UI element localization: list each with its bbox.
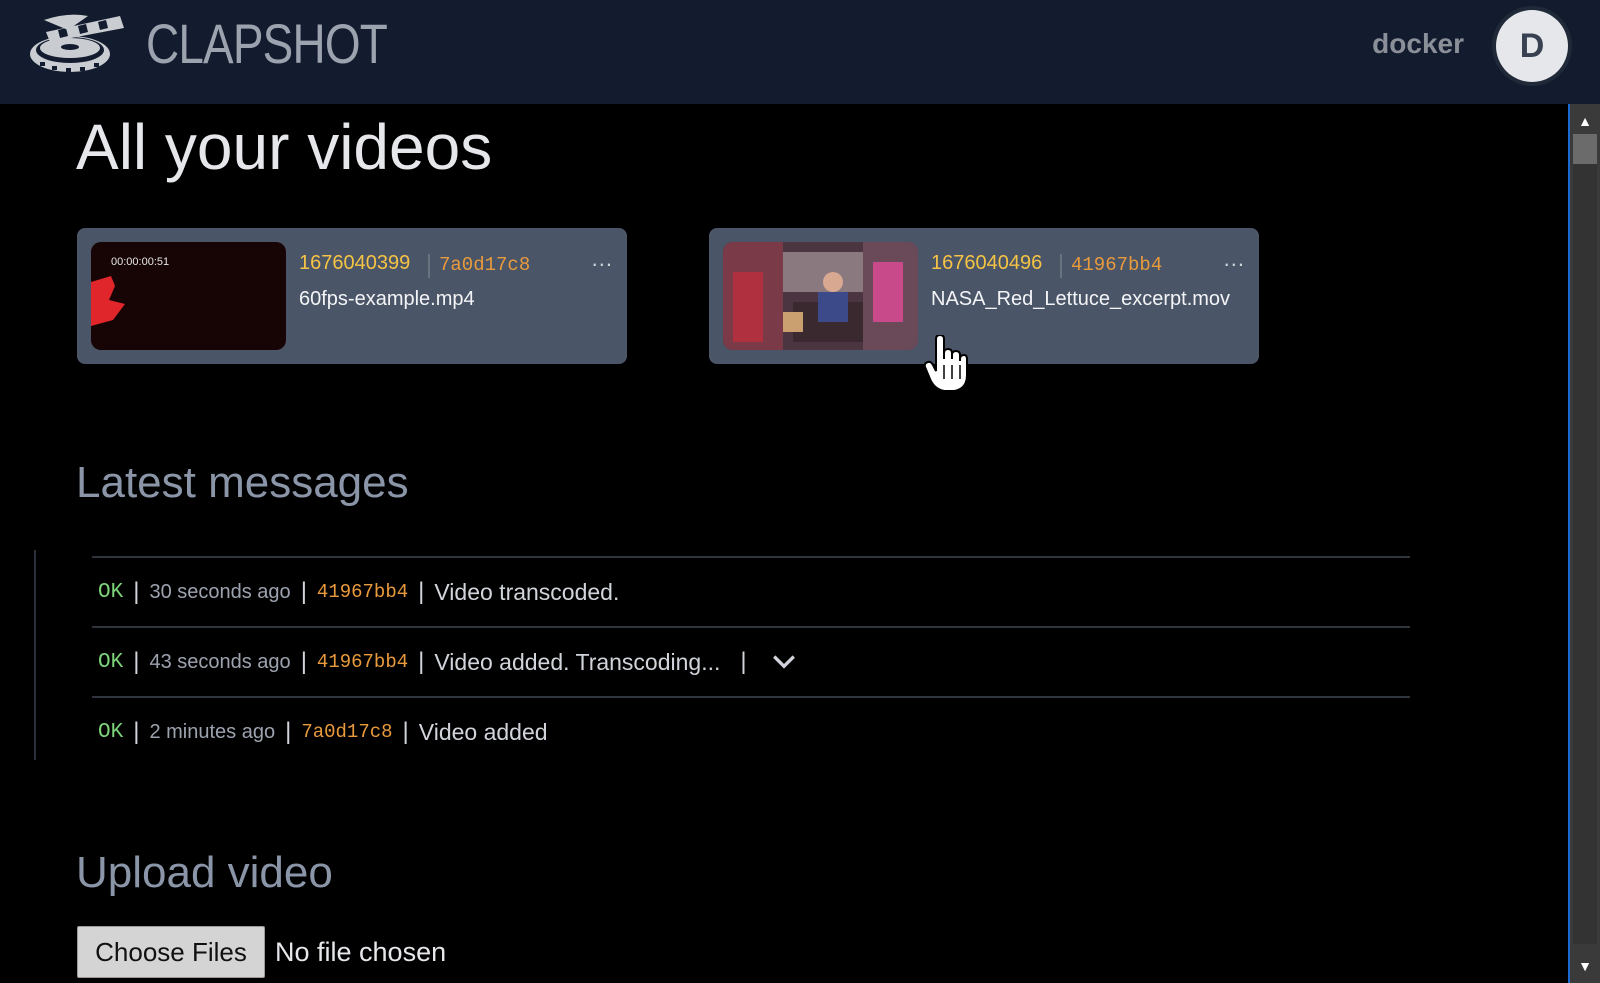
film-reel-logo-icon [30, 14, 124, 72]
app-header: CLAPSHOT docker D [0, 0, 1600, 104]
video-hash: 7a0d17c8 [439, 254, 531, 276]
message-video-hash[interactable]: 7a0d17c8 [301, 721, 392, 743]
app-name: CLAPSHOT [146, 11, 388, 75]
divider: | [133, 578, 140, 605]
video-filename: 60fps-example.mp4 [299, 288, 475, 310]
message-text: Video added. Transcoding... [434, 648, 721, 675]
message-video-hash[interactable]: 41967bb4 [317, 651, 408, 673]
video-timestamp: 1676040399 [299, 252, 411, 274]
thumbnail-timecode: 00:00:00:51 [111, 256, 170, 268]
message-video-hash[interactable]: 41967bb4 [317, 581, 408, 603]
video-menu-button[interactable]: ... [592, 246, 613, 272]
divider: | [402, 718, 409, 745]
logo[interactable]: CLAPSHOT [28, 10, 440, 76]
red-shape-icon [91, 276, 125, 326]
user-avatar[interactable]: D [1496, 10, 1568, 82]
divider: | [418, 648, 425, 675]
message-row: OK | 2 minutes ago | 7a0d17c8 | Video ad… [92, 696, 1410, 766]
hand-cursor-icon [924, 335, 968, 392]
message-time: 2 minutes ago [149, 720, 276, 743]
video-timestamp: 1676040496 [931, 252, 1043, 274]
divider: | [300, 578, 307, 605]
message-status: OK [98, 650, 124, 674]
upload-title: Upload video [76, 848, 333, 897]
divider [1060, 254, 1062, 278]
divider: | [285, 718, 292, 745]
divider: | [740, 648, 747, 675]
video-filename: NASA_Red_Lettuce_excerpt.mov [931, 288, 1231, 310]
scroll-thumb[interactable] [1573, 134, 1597, 164]
file-status: No file chosen [275, 936, 447, 967]
file-input[interactable]: Choose Files No file chosen [77, 926, 446, 978]
divider: | [300, 648, 307, 675]
divider: | [133, 648, 140, 675]
chevron-down-icon[interactable] [771, 649, 797, 675]
page-title: All your videos [76, 111, 493, 183]
divider [428, 254, 430, 278]
video-card[interactable]: 1676040496 41967bb4 ... NASA_Red_Lettuce… [709, 228, 1259, 364]
messages-border [34, 550, 36, 760]
scroll-down-arrow-icon[interactable]: ▼ [1570, 951, 1600, 981]
message-row: OK | 30 seconds ago | 41967bb4 | Video t… [92, 556, 1410, 626]
message-time: 30 seconds ago [149, 580, 291, 603]
message-text: Video transcoded. [434, 578, 620, 605]
message-row: OK | 43 seconds ago | 41967bb4 | Video a… [92, 626, 1410, 696]
choose-files-button[interactable]: Choose Files [77, 926, 265, 978]
video-menu-button[interactable]: ... [1224, 246, 1245, 272]
scroll-up-arrow-icon[interactable]: ▲ [1570, 106, 1600, 136]
video-card[interactable]: 00:00:00:51 1676040399 7a0d17c8 ... 60fp… [77, 228, 627, 364]
message-text: Video added [418, 718, 548, 745]
space-station-image [723, 242, 918, 350]
message-status: OK [98, 720, 124, 744]
divider: | [418, 578, 425, 605]
video-thumbnail[interactable] [723, 242, 918, 350]
message-status: OK [98, 580, 124, 604]
messages-title: Latest messages [76, 458, 409, 507]
page-scrollbar[interactable]: ▲ ▼ [1568, 104, 1600, 983]
video-thumbnail[interactable]: 00:00:00:51 [91, 242, 286, 350]
avatar-initial: D [1519, 26, 1545, 65]
video-hash: 41967bb4 [1071, 254, 1163, 276]
divider: | [133, 718, 140, 745]
message-time: 43 seconds ago [149, 650, 291, 673]
username[interactable]: docker [1372, 28, 1464, 60]
scroll-track[interactable] [1573, 164, 1597, 944]
